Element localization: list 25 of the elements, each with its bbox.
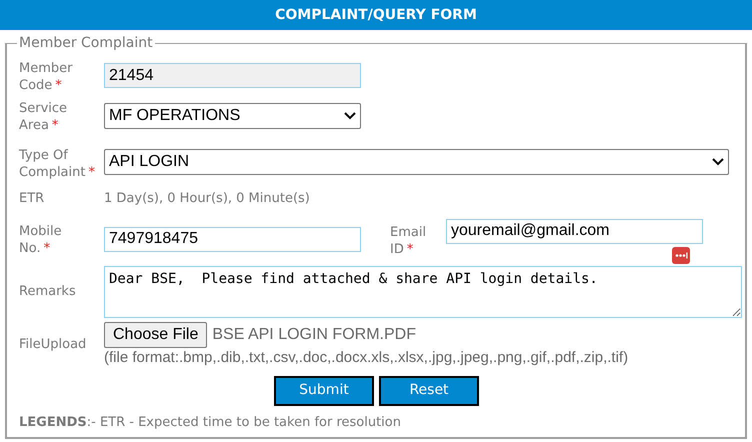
file-format-hint: (file format:.bmp,.dib,.txt,.csv,.doc,.docx.xls,.xlsx,.jpg,.jpeg,.png,.gif,.pdf,.zip,.tif): [104, 348, 628, 366]
section-legend: Member Complaint: [17, 34, 155, 52]
mobile-number-field[interactable]: 7497918475: [104, 226, 361, 252]
field-label: ETR: [19, 190, 44, 208]
field-label: Email ID *: [390, 224, 428, 258]
field-label: Mobile No. *: [19, 222, 63, 256]
form-button[interactable]: Submit: [274, 376, 374, 406]
legend-term: LEGENDS: [19, 414, 87, 432]
field-label: Service Area *: [19, 100, 68, 134]
legend-text: :- ETR - Expected time to be taken for resolution: [86, 414, 401, 432]
form-button[interactable]: Reset: [379, 376, 479, 406]
complaint-type-select[interactable]: API LOGIN: [104, 149, 729, 175]
form-header: COMPLAINT/QUERY FORM: [0, 0, 752, 30]
service-area-select[interactable]: MF OPERATIONS: [104, 103, 361, 129]
file-name: BSE API LOGIN FORM.PDF: [212, 324, 416, 344]
chevron-down-icon: [712, 158, 724, 166]
password-manager-icon[interactable]: [672, 246, 690, 264]
etr-value: 1 Day(s), 0 Hour(s), 0 Minute(s): [104, 190, 310, 208]
field-label: FileUpload: [19, 336, 86, 352]
choose-file-button[interactable]: Choose File: [104, 322, 208, 348]
chevron-down-icon: [344, 112, 356, 120]
email-field[interactable]: youremail@gmail.com: [446, 218, 703, 244]
remarks-field[interactable]: Dear BSE, Please find attached & share API login details.: [104, 266, 742, 318]
field-label: Remarks: [19, 283, 76, 300]
field-label: Member Code *: [19, 60, 74, 94]
